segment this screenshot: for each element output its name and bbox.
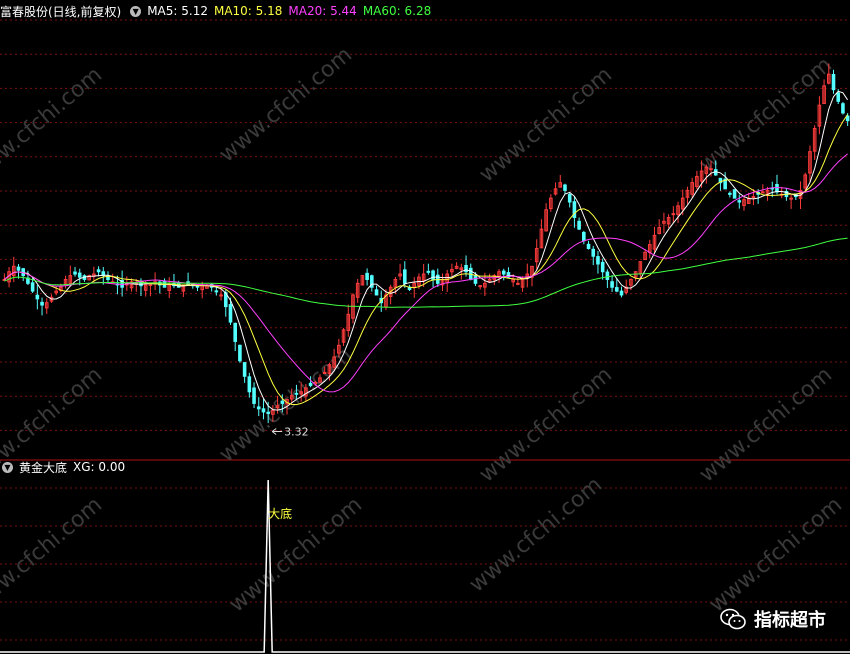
candle-body	[247, 376, 252, 393]
candle-body	[261, 408, 266, 413]
candle-body	[596, 256, 600, 265]
candle-body	[252, 387, 256, 404]
indicator-title: 黄金大底	[19, 460, 68, 475]
ma-line-ma20	[4, 153, 848, 393]
candle-body	[501, 270, 506, 275]
candle-body	[426, 270, 431, 273]
candle-body	[775, 183, 779, 193]
watermark-text: www.cfchi.com	[705, 492, 847, 617]
candle-body	[238, 344, 242, 362]
wechat-icon	[720, 608, 746, 630]
candle-body	[761, 191, 765, 194]
candle-body	[214, 290, 219, 293]
candle-body	[610, 281, 614, 288]
candle-body	[751, 196, 756, 199]
candle-body	[728, 192, 732, 195]
candle-body	[40, 301, 44, 306]
candle-body	[737, 200, 742, 203]
candle-body	[228, 304, 233, 323]
candle-body	[403, 269, 407, 284]
candle-body	[831, 74, 836, 91]
candle-body	[789, 197, 793, 200]
candle-body	[30, 282, 35, 292]
candle-body	[732, 189, 737, 199]
candle-body	[516, 282, 520, 285]
candle-body	[577, 220, 581, 230]
candle-body	[464, 264, 468, 273]
main-chart-header: 富春股份(日线,前复权) ▼ MA5: 5.12 MA10: 5.18 MA20…	[0, 2, 437, 20]
ma20-label: MA20: 5.44	[288, 4, 357, 18]
watermark-text: www.cfchi.com	[0, 492, 107, 617]
candle-body	[709, 168, 713, 171]
candle-body	[841, 103, 845, 114]
candle-body	[242, 362, 247, 377]
candle-body	[365, 272, 369, 280]
low-price-label: 3.32	[284, 425, 309, 438]
stock-title: 富春股份(日线,前复权)	[0, 4, 122, 19]
watermark-text: www.cfchi.com	[695, 362, 837, 487]
ma5-label: MA5: 5.12	[147, 4, 208, 18]
candle-body	[16, 266, 21, 271]
kline-chart: www.cfchi.com www.cfchi.com www.cfchi.com w…	[0, 19, 850, 653]
chevron-down-icon[interactable]: ▼	[130, 5, 142, 17]
watermark-text: www.cfchi.com	[475, 62, 617, 187]
candle-body	[280, 400, 285, 404]
brand-text: 指标超市	[754, 610, 826, 631]
candle-body	[35, 294, 40, 300]
sub-chart-header: ▼ 黄金大底 XG: 0.00	[0, 458, 131, 476]
candle-body	[582, 231, 586, 242]
ma-line-ma60	[4, 237, 848, 308]
candle-body	[615, 287, 619, 292]
candle-body	[586, 243, 591, 249]
ma10-label: MA10: 5.18	[213, 4, 283, 18]
candle-body	[591, 248, 596, 257]
candle-body	[836, 92, 841, 102]
watermark-text: www.cfchi.com	[225, 492, 367, 617]
candle-body	[478, 285, 482, 288]
watermark-text: www.cfchi.com	[215, 42, 357, 167]
candle-body	[567, 194, 572, 203]
candle-body	[605, 271, 610, 280]
candle-body	[77, 272, 82, 278]
candle-body	[563, 184, 567, 191]
watermark-text: www.cfchi.com	[695, 52, 837, 177]
candle-body	[374, 289, 379, 296]
candle-body	[219, 294, 223, 297]
watermark-text: www.cfchi.com	[475, 362, 617, 487]
signal-label: 大底	[268, 506, 292, 521]
candle-body	[294, 392, 299, 395]
chevron-down-icon[interactable]: ▼	[2, 461, 13, 473]
candle-body	[473, 275, 478, 284]
candle-body	[256, 406, 261, 410]
candle-body	[73, 271, 77, 275]
xg-label: XG: 0.00	[73, 460, 126, 474]
candle-body	[233, 322, 237, 342]
candle-body	[671, 213, 676, 216]
candle-body	[845, 115, 850, 122]
watermark-text: www.cfchi.com	[0, 62, 107, 187]
candle-body	[619, 290, 624, 296]
brand-badge: 指标超市	[720, 606, 826, 632]
candle-body	[600, 261, 605, 273]
ma60-label: MA60: 6.28	[362, 4, 432, 18]
candle-body	[266, 411, 270, 414]
candle-body	[308, 382, 313, 387]
candle-body	[96, 269, 101, 273]
candle-body	[431, 270, 435, 280]
watermark-text: www.cfchi.com	[465, 472, 607, 597]
